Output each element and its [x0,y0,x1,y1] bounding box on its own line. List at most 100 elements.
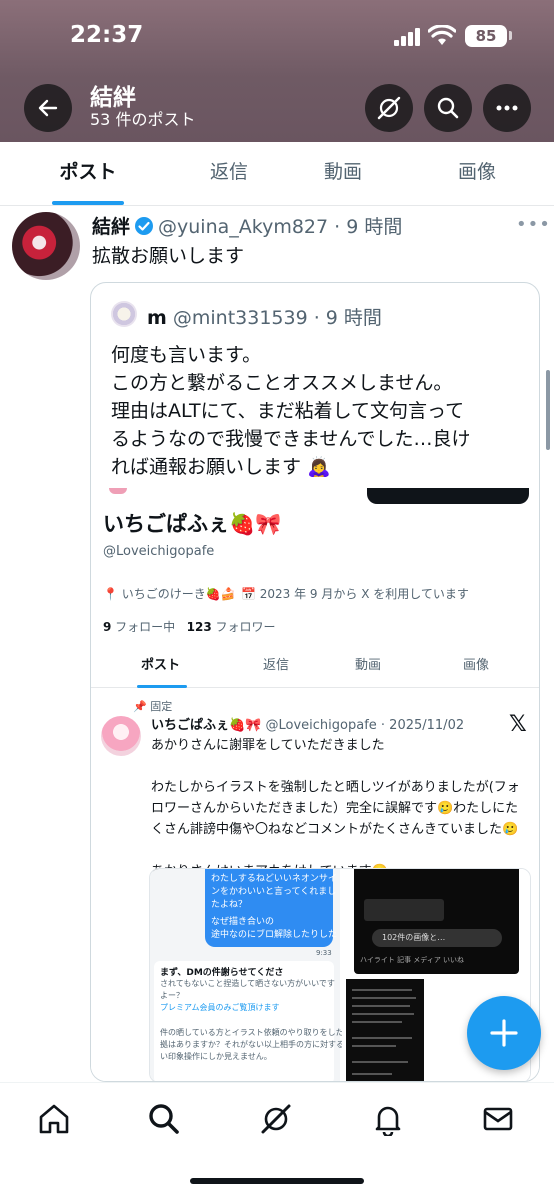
author-name: 結絆 [92,216,131,238]
quote-avatar [111,301,137,327]
quote-handle-time: @mint331539 · 9 時間 [172,307,382,329]
search-button[interactable] [424,84,472,132]
notifications-icon [375,1106,401,1136]
arrow-left-icon [38,99,58,117]
dm-bubble-line: なぜ描き合いの [211,917,275,927]
tab-videos[interactable]: 動画 [298,142,388,206]
more-horizontal-icon [496,105,518,111]
profile-header: 22:37 85 結絆 53 件のポスト [0,0,554,142]
quote-author-name: m [147,307,167,329]
embedded-profile-handle: @Loveichigopafe [103,544,215,559]
post-count: 53 件のポスト [90,110,196,129]
tab-posts[interactable]: ポスト [30,142,146,206]
embedded-post-meta: @Loveichigopafe · 2025/11/02 [265,718,465,733]
tab-images[interactable]: 画像 [432,142,522,206]
embedded-tab-indicator [137,685,187,688]
cropped-button-edge [367,488,529,504]
grok-icon [261,1104,291,1134]
dm-body-line: されてもないこと捏造して晒さない方がいいです [160,979,335,988]
dark-profile-screenshot: 102件の画像と… ハイライト 記事 メディア いいね [342,869,530,977]
verified-badge-icon [135,217,154,235]
quote-line: れば通報お願いします 🙇‍♀️ [111,456,331,478]
quote-line: るようなので我慢できませんでした…良け [111,428,471,450]
scrollbar[interactable] [546,370,550,450]
messages-icon [483,1107,513,1131]
status-time: 22:37 [70,22,144,48]
embedded-post-line [151,840,539,861]
dm-bubble-line: たよね？ [211,900,248,910]
embedded-profile-tabs: ポスト 返信 動画 画像 [91,646,539,688]
dark-text-block [346,979,424,1081]
dm-bubble-line: 途中なのにブロ解除したりした [211,930,338,940]
embedded-post-line [151,756,539,777]
nav-messages[interactable] [478,1099,518,1139]
embedded-follow-stats: 9 フォロー中 123 フォロワー [103,618,276,635]
embedded-tab-posts: ポスト [141,658,181,673]
embedded-profile-joined: 📅 2023 年 9 月から X を利用しています [241,587,469,601]
dark-tabs: ハイライト 記事 メディア いいね [360,956,465,964]
dm-bubble: わたしするねどいいネオンサイ ンをかわいいと言ってくれまし たよね？ なぜ描き合… [205,869,338,947]
nav-notifications[interactable] [368,1099,408,1139]
author-avatar[interactable] [12,212,80,280]
cropped-avatar-edge [109,488,127,494]
quote-media-image[interactable]: いちごぱふぇ🍓🎀 @Loveichigopafe 📍 いちごのけーき🍓🍰 📅 2… [91,488,539,1081]
followers-count: 123 [186,620,212,634]
embedded-post-line: わたしからイラストを強制したと晒しツイがありましたが(フォ [151,780,520,795]
grok-button[interactable] [365,84,413,132]
embedded-profile-name: いちごぱふぇ🍓🎀 [103,512,282,536]
tab-replies[interactable]: 返信 [184,142,274,206]
embedded-post-line: ロワーさんからいただきました）完全に誤解です🥲わたしにた [151,801,519,816]
dm-premium-link: プレミアム会員のみご覧頂けます [160,1003,280,1012]
dark-row [364,899,444,921]
author-handle-time: @yuina_Akym827 · 9 時間 [158,216,403,238]
embedded-post-line: あかりさんに謝罪をしていただきました [151,738,385,753]
x-logo-icon: 𝕏 [509,712,527,737]
dm-bubble-line: ンをかわいいと言ってくれまし [211,887,337,897]
dm-body2-line: 件の晒している方とイラスト依頼のやり取りをした証 [160,1028,352,1037]
battery-tip [509,31,512,40]
wifi-icon [428,25,456,45]
embedded-post-author-name: いちごぱふぇ🍓🎀 [151,718,262,733]
compose-post-button[interactable] [467,996,541,1070]
embedded-tab-videos: 動画 [355,658,382,673]
grok-icon [377,96,401,120]
nav-search[interactable] [144,1099,184,1139]
quote-author: m @mint331539 · 9 時間 [147,303,382,330]
dm-body2-line: い印象操作にしか見えません。 [160,1052,272,1061]
dm-body-line: よー？ [160,991,184,1000]
quoted-post[interactable]: m @mint331539 · 9 時間 何度も言います。 この方と繋がることオ… [90,282,540,1082]
embedded-post-author: いちごぱふぇ🍓🎀 @Loveichigopafe · 2025/11/02 [151,714,464,733]
pinned-label: 📌 固定 [133,700,173,713]
search-icon [437,97,459,119]
signal-icon [394,28,420,46]
profile-tabs: ポスト 返信 動画 画像 [0,142,554,206]
quote-text: 何度も言います。 この方と繋がることオススメしません。 理由はALTにて、まだ粘… [111,341,531,481]
quote-line: 何度も言います。 [111,344,262,366]
dark-pill: 102件の画像と… [372,929,502,947]
battery-icon: 85 [465,25,507,47]
active-tab-indicator [52,201,124,205]
followers-label: フォロワー [211,620,276,634]
dm-reply-card: まず、DMの件謝らせてくださ されてもないこと捏造して晒さない方がいいです よー… [154,961,352,1081]
home-icon [39,1104,69,1134]
nav-grok[interactable] [256,1099,296,1139]
plus-icon [490,1019,518,1047]
back-button[interactable] [24,84,72,132]
home-indicator [190,1178,364,1184]
dm-time: 9:33 [316,949,332,957]
embedded-post-text: あかりさんに謝罪をしていただきました わたしからイラストを強制したと晒しツイがあ… [151,735,539,882]
more-options-button[interactable] [483,84,531,132]
tweet-text: 拡散お願いします [92,245,245,267]
search-icon [149,1104,179,1134]
embedded-tab-images: 画像 [463,658,490,673]
nav-home[interactable] [34,1099,74,1139]
embedded-profile-location: 📍 いちごのけーき🍓🍰 [103,587,236,601]
dm-body2-line: 拠はありますか？それがない以上相手の方に対する悪 [160,1040,352,1049]
tweet-more-icon[interactable]: ••• [516,214,551,235]
dm-title: まず、DMの件謝らせてくださ [160,968,284,978]
tweet-author[interactable]: 結絆 @yuina_Akym827 · 9 時間 [92,212,402,239]
embedded-post-line: くさん誹謗中傷や〇ねなどコメントがたくさんきていました🥲 [151,822,519,837]
dm-screenshot: わたしするねどいいネオンサイ ンをかわいいと言ってくれまし たよね？ なぜ描き合… [150,869,352,1081]
dark-screenshot: 102件の画像と… ハイライト 記事 メディア いいね [354,869,519,974]
dm-bubble-line: わたしするねどいいネオンサイ [211,874,337,884]
